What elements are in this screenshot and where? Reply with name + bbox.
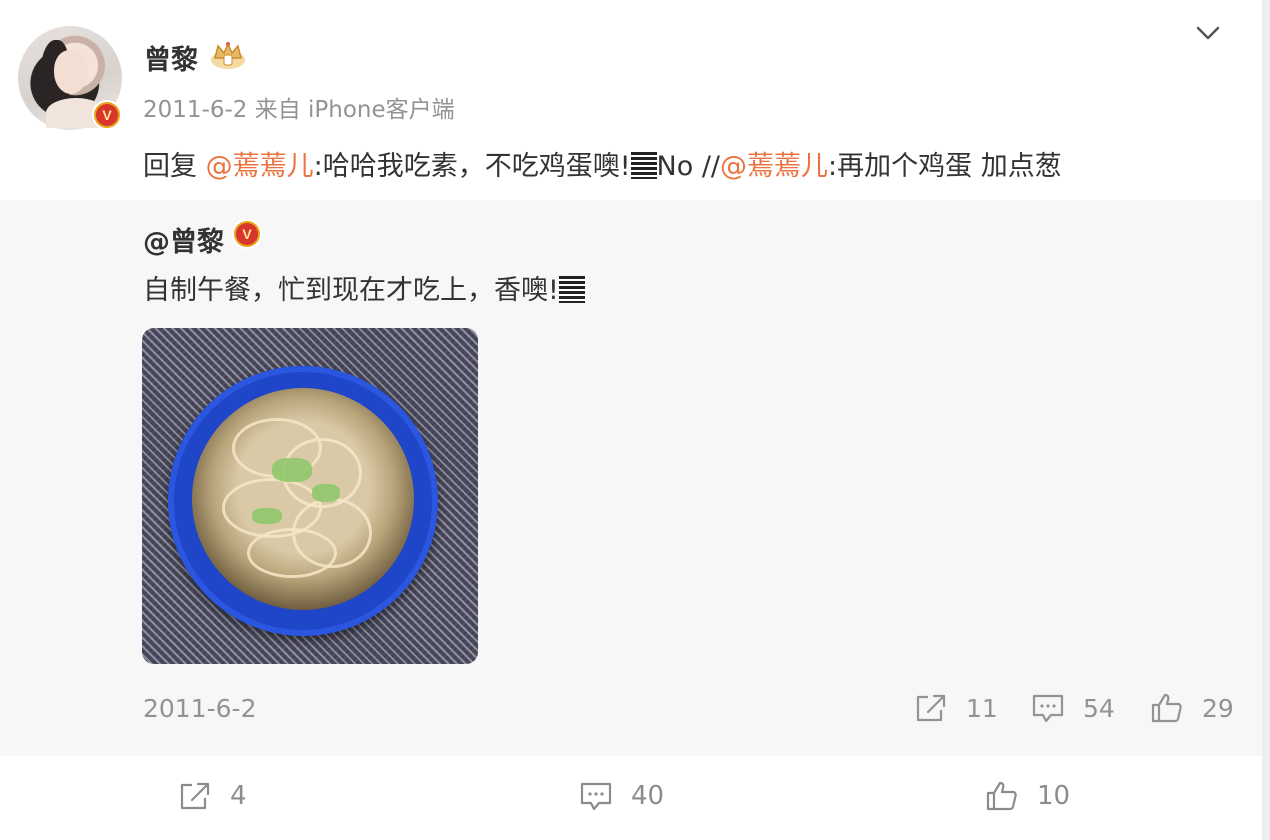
vegetable-shape [252, 508, 282, 524]
reply-text-part: :再加个鸡蛋 加点葱 [828, 151, 1062, 182]
vegetable-shape [312, 484, 340, 502]
repost-like-button[interactable]: 29 [1150, 692, 1234, 724]
verified-badge-icon: V [232, 219, 262, 249]
repost-comment-button[interactable]: 54 [1031, 692, 1115, 724]
avatar[interactable]: V [18, 26, 122, 130]
verified-badge-icon: V [92, 100, 122, 130]
avatar-face [54, 50, 88, 94]
vegetable-shape [272, 458, 312, 482]
repost-share-button[interactable]: 11 [914, 692, 998, 724]
share-button[interactable]: 4 [178, 780, 247, 812]
comment-count: 54 [1083, 693, 1115, 723]
like-button[interactable]: 10 [985, 780, 1070, 812]
reply-text: 回复 @蔫蔫儿:哈哈我吃素，不吃鸡蛋噢! No //@蔫蔫儿:再加个鸡蛋 加点葱 [143, 144, 1062, 183]
reply-text-part: No // [656, 151, 721, 182]
repost-date: 2011-6-2 [143, 694, 257, 723]
comment-icon [1032, 694, 1064, 723]
repost-text: 自制午餐，忙到现在才吃上，香噢! [143, 268, 585, 307]
share-count: 4 [230, 781, 247, 811]
reply-text-part: :哈哈我吃素，不吃鸡蛋噢! [313, 151, 631, 182]
verified-badge-letter: V [236, 223, 258, 245]
weibo-post: V 曾黎 2011-6-2 来自 iPhone客户端 回复 @蔫蔫儿:哈哈我吃素… [0, 0, 1270, 840]
like-icon [1151, 693, 1182, 723]
comment-button[interactable]: 40 [579, 780, 664, 812]
repost-card[interactable]: @曾黎 V 自制午餐，忙到现在才吃上，香噢! 2011-6-2 11 54 29 [0, 200, 1262, 756]
author-name[interactable]: 曾黎 [144, 38, 198, 77]
noodles-shape [192, 388, 414, 610]
scrollbar-track[interactable] [1262, 0, 1270, 840]
like-count: 10 [1037, 781, 1071, 811]
repost-text-body: 自制午餐，忙到现在才吃上，香噢! [143, 275, 559, 306]
share-count: 11 [966, 693, 998, 723]
chevron-down-icon[interactable] [1194, 22, 1222, 44]
repost-author[interactable]: @曾黎 [143, 220, 224, 259]
verified-badge-letter: V [96, 104, 118, 126]
post-image[interactable] [142, 328, 478, 664]
share-icon [916, 694, 946, 722]
post-meta: 2011-6-2 来自 iPhone客户端 [143, 97, 455, 123]
comment-icon [580, 782, 612, 811]
share-icon [180, 782, 210, 810]
emoji-icon [558, 276, 585, 303]
comment-count: 40 [631, 781, 665, 811]
emoji-icon [630, 152, 657, 179]
mention-link[interactable]: @蔫蔫儿 [720, 151, 828, 182]
mention-link[interactable]: @蔫蔫儿 [206, 151, 314, 182]
like-count: 29 [1202, 693, 1234, 723]
noodle-shape [247, 528, 337, 578]
like-icon [986, 781, 1017, 811]
bowl-shape [168, 366, 438, 636]
crown-icon [211, 42, 245, 69]
bottom-action-bar: 4 40 10 [0, 756, 1262, 840]
reply-prefix: 回复 [143, 151, 206, 182]
